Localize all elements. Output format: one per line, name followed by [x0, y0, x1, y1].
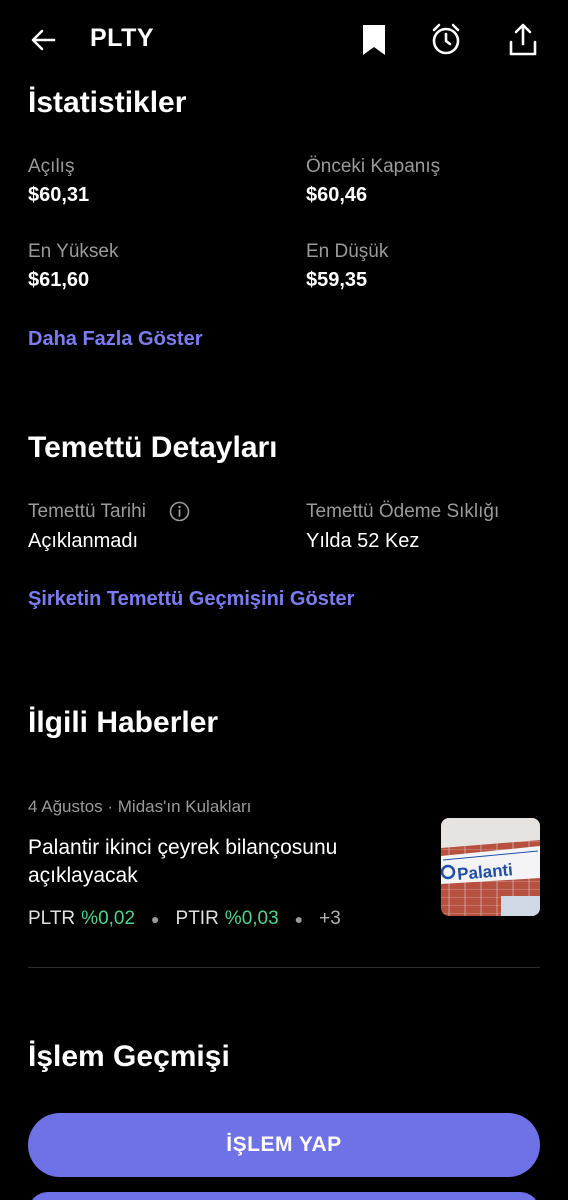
trade-history-title: İşlem Geçmişi	[28, 1040, 230, 1073]
dividend-date-label: Temettü Tarihi	[28, 501, 146, 522]
open-label: Açılış	[28, 156, 75, 177]
news-tags-more[interactable]: +3	[319, 908, 341, 930]
open-value: $60,31	[28, 184, 90, 206]
news-headline[interactable]: Palantir ikinci çeyrek bilançosunu açıkl…	[28, 834, 408, 890]
stats-title: İstatistikler	[28, 86, 187, 119]
dividend-title: Temettü Detayları	[28, 431, 278, 464]
high-label: En Yüksek	[28, 241, 119, 262]
separator-dot: ●	[294, 911, 304, 927]
show-more-link[interactable]: Daha Fazla Göster	[28, 328, 203, 351]
dividend-history-link[interactable]: Şirketin Temettü Geçmişini Göster	[28, 588, 354, 611]
news-tag-symbol[interactable]: PLTR	[28, 908, 75, 930]
news-tag-change: %0,02	[81, 908, 136, 929]
dividend-freq-value: Yılda 52 Kez	[306, 530, 420, 552]
news-tag-change: %0,03	[224, 908, 279, 929]
prev-close-label: Önceki Kapanış	[306, 156, 441, 177]
trade-button[interactable]: İŞLEM YAP	[28, 1113, 540, 1177]
share-icon[interactable]	[507, 22, 539, 58]
news-title: İlgili Haberler	[28, 706, 219, 739]
divider	[28, 967, 540, 968]
dividend-freq-label: Temettü Ödeme Sıklığı	[306, 501, 500, 522]
separator-dot: ●	[151, 911, 160, 927]
dividend-date-value: Açıklanmadı	[28, 530, 139, 552]
low-label: En Düşük	[306, 241, 389, 262]
top-bar: PLTY	[0, 0, 568, 80]
prev-close-value: $60,46	[306, 184, 368, 206]
secondary-button-peek	[28, 1192, 540, 1200]
back-arrow-icon[interactable]	[28, 24, 60, 56]
news-thumbnail[interactable]: Palanti	[441, 818, 540, 916]
news-meta: 4 Ağustos · Midas'ın Kulakları	[28, 797, 252, 816]
info-icon[interactable]	[169, 501, 190, 522]
news-tag-symbol[interactable]: PTIR	[176, 908, 219, 930]
high-value: $61,60	[28, 269, 90, 291]
ticker-symbol: PLTY	[90, 24, 155, 52]
bookmark-icon[interactable]	[358, 22, 390, 58]
news-tags: PLTR %0,02 ● PTIR %0,03 ● +3	[28, 908, 341, 930]
low-value: $59,35	[306, 269, 368, 291]
alarm-icon[interactable]	[430, 22, 462, 58]
